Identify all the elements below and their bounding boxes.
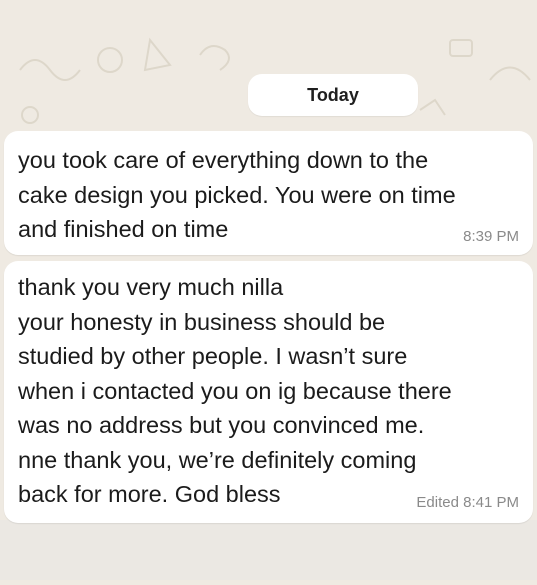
message-timestamp: 8:39 PM — [463, 228, 519, 245]
message-bubble[interactable]: you took care of everything down to the … — [4, 131, 533, 255]
message-time: 8:41 PM — [463, 494, 519, 511]
date-divider: Today — [248, 74, 418, 116]
message-text: you took care of everything down to the … — [18, 147, 456, 242]
edited-label: Edited — [416, 494, 459, 511]
message-text: thank you very much nilla your honesty i… — [18, 274, 452, 507]
message-timestamp: Edited 8:41 PM — [416, 494, 519, 511]
message-time: 8:39 PM — [463, 228, 519, 245]
message-bubble[interactable]: thank you very much nilla your honesty i… — [4, 261, 533, 523]
bottom-area — [0, 520, 537, 580]
date-divider-label: Today — [307, 84, 359, 105]
